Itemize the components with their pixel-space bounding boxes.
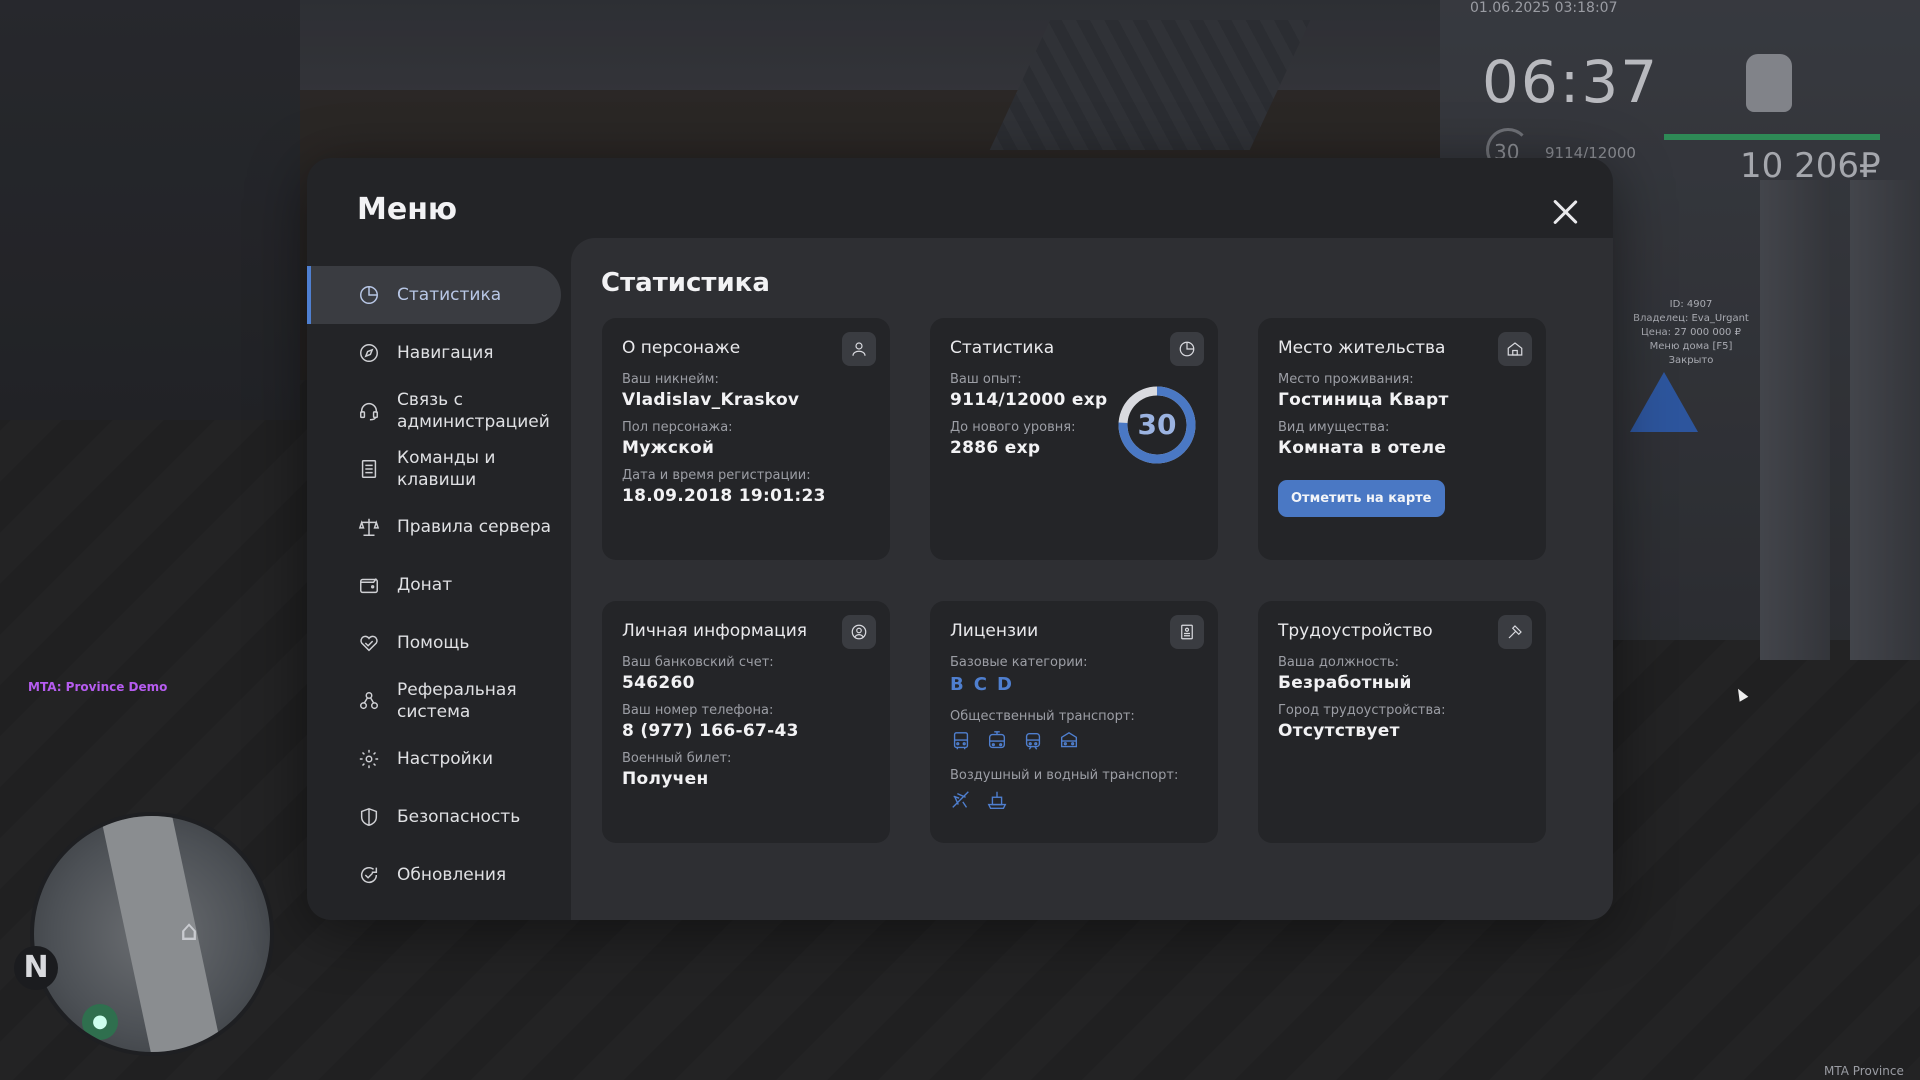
boat-icon [986, 789, 1008, 811]
field-label: Дата и время регистрации: [622, 468, 811, 483]
field-label: Пол персонажа: [622, 420, 733, 435]
field-label: Базовые категории: [950, 655, 1088, 670]
sidebar-item-help[interactable]: Помощь [307, 614, 563, 672]
property-type-value: Комната в отеле [1278, 438, 1447, 458]
heart-hand-icon [357, 631, 381, 655]
card-title: Лицензии [950, 621, 1039, 641]
sidebar: Статистика Навигация Связь с администрац… [307, 266, 563, 904]
sidebar-item-statistics[interactable]: Статистика [307, 266, 561, 324]
hud-health-bar [1664, 134, 1880, 140]
tram-icon [986, 730, 1008, 752]
chart-pie-icon [357, 283, 381, 307]
field-label: Воздушный и водный транспорт: [950, 768, 1179, 783]
sidebar-item-admin-contact[interactable]: Связь с администрацией [307, 382, 563, 440]
field-label: Вид имущества: [1278, 420, 1390, 435]
wallet-icon [357, 573, 381, 597]
card-personal: Личная информация Ваш банковский счет: 5… [602, 601, 890, 843]
level-value: 30 [1137, 408, 1177, 441]
compass-north: N [14, 946, 58, 990]
field-label: Ваш никнейм: [622, 372, 719, 387]
server-tag: MTA: Province Demo [28, 680, 168, 694]
house-info-label: ID: 4907 Владелец: Eva_Urgant Цена: 27 0… [1633, 299, 1749, 366]
registration-value: 18.09.2018 19:01:23 [622, 486, 826, 506]
sidebar-item-rules[interactable]: Правила сервера [307, 498, 563, 556]
residence-value: Гостиница Кварт [1278, 390, 1449, 410]
id-card-icon [1170, 615, 1204, 649]
card-title: Статистика [950, 338, 1055, 358]
card-employment: Трудоустройство Ваша должность: Безработ… [1258, 601, 1546, 843]
air-water-licenses [950, 789, 1198, 811]
license-categories: B C D [950, 674, 1198, 695]
sidebar-item-settings[interactable]: Настройки [307, 730, 563, 788]
menu-window: Меню Статистика Навигация Связь с админи… [307, 158, 1613, 920]
hud-datetime: 01.06.2025 03:18:07 [1470, 0, 1618, 16]
train-icon [1022, 730, 1044, 752]
people-icon [357, 689, 381, 713]
card-title: Трудоустройство [1278, 621, 1433, 641]
sidebar-item-security[interactable]: Безопасность [307, 788, 563, 846]
job-value: Безработный [1278, 673, 1412, 693]
field-label: Город трудоустройства: [1278, 703, 1446, 718]
field-label: Общественный транспорт: [950, 709, 1135, 724]
content-panel: Статистика О персонаже Ваш никнейм: Vlad… [571, 238, 1613, 920]
sidebar-item-referral[interactable]: Реферальная система [307, 672, 563, 730]
job-city-value: Отсутствует [1278, 721, 1400, 741]
house-marker-arrow-icon [1630, 372, 1698, 432]
card-licenses: Лицензии Базовые категории: B C D Общест… [930, 601, 1218, 843]
user-circle-icon [842, 615, 876, 649]
gear-icon [357, 747, 381, 771]
license-category: D [996, 674, 1012, 695]
field-label: Ваш банковский счет: [622, 655, 774, 670]
user-icon [842, 332, 876, 366]
headset-icon [357, 399, 381, 423]
card-residence: Место жительства Место проживания: Гости… [1258, 318, 1546, 560]
bus-icon [950, 730, 972, 752]
gender-value: Мужской [622, 438, 715, 458]
nickname-value: Vladislav_Kraskov [622, 390, 800, 410]
public-transport-licenses [950, 730, 1198, 752]
car-icon: ● [82, 1004, 118, 1040]
sidebar-item-navigation[interactable]: Навигация [307, 324, 563, 382]
bank-account-value: 546260 [622, 673, 695, 693]
license-category: C [973, 674, 987, 695]
menu-title: Меню [357, 192, 458, 227]
server-footer: MTA Province #2 [1824, 1064, 1904, 1080]
content-title: Статистика [601, 268, 770, 298]
card-character: О персонаже Ваш никнейм: Vladislav_Krask… [602, 318, 890, 560]
document-icon [357, 457, 381, 481]
hud-clock: 06:37 [1482, 48, 1660, 116]
field-label: Место проживания: [1278, 372, 1414, 387]
card-title: Место жительства [1278, 338, 1446, 358]
close-icon[interactable] [1547, 194, 1583, 230]
sidebar-item-donate[interactable]: Донат [307, 556, 563, 614]
mark-on-map-button[interactable]: Отметить на карте [1278, 480, 1445, 517]
compass-icon [357, 341, 381, 365]
plane-icon [950, 789, 972, 811]
scales-icon [357, 515, 381, 539]
field-label: Ваша должность: [1278, 655, 1400, 670]
card-title: О персонаже [622, 338, 741, 358]
house-icon: ⌂ [180, 914, 198, 947]
card-statistics: Статистика Ваш опыт: 9114/12000 exp До н… [930, 318, 1218, 560]
field-label: Военный билет: [622, 751, 732, 766]
military-id-value: Получен [622, 769, 709, 789]
sidebar-item-commands[interactable]: Команды и клавиши [307, 440, 563, 498]
hammer-icon [1498, 615, 1532, 649]
field-label: Ваш номер телефона: [622, 703, 774, 718]
home-icon [1498, 332, 1532, 366]
shield-icon [357, 805, 381, 829]
trolley-icon [1058, 730, 1080, 752]
license-category: B [950, 674, 964, 695]
card-title: Личная информация [622, 621, 808, 641]
sidebar-item-updates[interactable]: Обновления [307, 846, 563, 904]
minimap: ⌂ ● [30, 812, 274, 1056]
fist-icon [1746, 54, 1792, 112]
phone-value: 8 (977) 166-67-43 [622, 721, 799, 741]
chart-pie-icon [1170, 332, 1204, 366]
hud-money: 10 206₽ [1740, 146, 1881, 186]
refresh-check-icon [357, 863, 381, 887]
